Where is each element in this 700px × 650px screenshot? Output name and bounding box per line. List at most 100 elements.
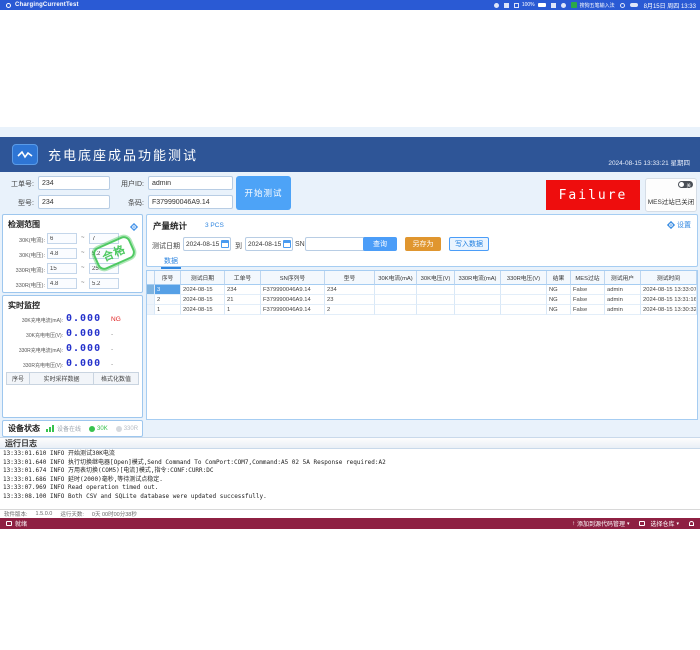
test-result-badge: Failure [546,180,640,210]
cell-time: 2024-08-15 13:30:32 [641,305,697,315]
cell-30k-voltage [417,295,455,305]
range-label: 30K(电流): [0,236,45,244]
monitor-lcd-value: 0.000 [66,343,101,354]
table-row[interactable]: 3 2024-08-15 234 F379990046A9.14 234 NG … [147,285,697,295]
input-method-label[interactable]: 搜狗五笔输入法 [580,2,615,9]
col-header[interactable]: MES过站 [571,271,605,285]
monitor-status: - [111,346,113,353]
results-table-header: 序号 测试日期 工单号 SN序列号 型号 30K电流(mA) 30K电压(V) … [147,271,697,285]
query-button[interactable]: 查询 [363,237,397,251]
range-min-input[interactable] [47,263,77,274]
input-method-icon[interactable] [571,2,577,8]
sn-search-input[interactable] [305,237,367,251]
range-min-input[interactable] [47,248,77,259]
monitor-label: 330R充电电流(mA): [5,347,63,354]
apple-menu-icon[interactable] [6,3,11,8]
row-selector[interactable] [147,305,155,315]
settings-label: 设置 [677,220,691,230]
cell-index: 1 [155,305,181,315]
battery-icon[interactable] [538,3,546,7]
repo-select-button[interactable]: 选择仓库 ▾ [639,519,679,528]
barcode-label: 条码: [114,198,144,208]
menubar-app-name[interactable]: ChargingCurrentTest [15,2,79,8]
cell-330r-current [455,305,501,315]
col-header[interactable]: 工单号 [225,271,261,285]
model-label: 型号: [4,198,34,208]
mes-toggle[interactable]: 关 [678,181,693,188]
device-status-bar: 设备状态 设备在线 30K 330R [2,420,143,437]
cell-model: 23 [325,295,375,305]
results-table: 序号 测试日期 工单号 SN序列号 型号 30K电流(mA) 30K电压(V) … [146,270,698,420]
calendar-icon[interactable] [221,240,229,248]
row-selector[interactable] [147,295,155,305]
cell-time: 2024-08-15 13:33:07 [641,285,697,295]
settings-gear-icon [667,221,675,229]
work-order-input[interactable] [38,176,110,190]
user-id-label: 用户ID: [114,179,144,189]
notification-icon[interactable] [561,3,566,8]
row-selector[interactable] [147,285,155,295]
chat-icon[interactable] [6,521,12,526]
battery-percent: 100% [522,2,535,8]
model-input[interactable] [38,195,110,209]
range-min-input[interactable] [47,233,77,244]
table-row[interactable]: 1 2024-08-15 1 F379990046A9.14 2 NG Fals… [147,305,697,315]
screen-record-icon[interactable] [494,3,499,8]
range-label: 30K(电压): [0,251,45,259]
cell-result: NG [547,295,571,305]
row-selector-header [147,271,155,285]
sn-label: SN [295,241,305,248]
monitor-label: 330R充电电压(V): [5,362,63,369]
col-header[interactable]: 结果 [547,271,571,285]
cell-30k-voltage [417,305,455,315]
col-header[interactable]: 型号 [325,271,375,285]
search-icon[interactable] [620,3,625,8]
col-header[interactable]: 330R电压(V) [501,271,547,285]
tab-data[interactable]: 数据 [161,256,181,269]
to-label: 到 [235,241,242,251]
header-datetime: 2024-08-15 13:33:21 星期四 [608,157,690,167]
caret-down-icon: ▾ [627,521,630,527]
source-control-button[interactable]: ↑ 添加到源代码管理 ▾ [572,519,630,528]
cell-330r-current [455,295,501,305]
mes-panel: 关 MES过站已关闭 [645,178,697,212]
col-header[interactable]: 测试时间 [641,271,697,285]
menubar-clock[interactable]: 8月15日 周四 13:33 [644,1,696,10]
cell-index: 2 [155,295,181,305]
save-as-button[interactable]: 另存为 [405,237,441,251]
cell-30k-current [375,305,417,315]
col-header[interactable]: SN序列号 [261,271,325,285]
display-icon[interactable] [514,3,519,8]
volume-icon[interactable] [551,3,556,8]
col-header[interactable]: 30K电压(V) [417,271,455,285]
range-min-input[interactable] [47,278,77,289]
barcode-input[interactable] [148,195,233,209]
control-center-icon[interactable] [630,3,638,7]
cell-mes: False [571,285,605,295]
stats-settings-button[interactable]: 设置 [667,220,691,230]
col-header[interactable]: 30K电流(mA) [375,271,417,285]
table-row[interactable]: 2 2024-08-15 21 F379990046A9.14 23 NG Fa… [147,295,697,305]
run-log-area[interactable]: 13:33:01.610 INFO 开始测试30K电流 13:33:01.640… [0,449,700,510]
user-id-input[interactable] [148,176,233,190]
cell-30k-current [375,295,417,305]
cell-work-order: 21 [225,295,261,305]
cell-user: admin [605,305,641,315]
range-max-input[interactable] [89,278,119,289]
cell-date: 2024-08-15 [181,305,225,315]
start-test-button[interactable]: 开始测试 [236,176,291,210]
write-data-button[interactable]: 写入数据 [449,237,489,251]
shortcut-icon[interactable] [504,3,509,8]
mes-status-text: MES过站已关闭 [646,196,696,206]
bell-icon[interactable] [689,521,694,526]
calendar-icon[interactable] [283,240,291,248]
range-tilde: ~ [81,280,85,286]
device-status-title: 设备状态 [8,423,40,434]
detection-range-panel: 检测范围 30K(电流): ~ 30K(电压): ~ 330R( [2,214,143,293]
col-header[interactable]: 330R电流(mA) [455,271,501,285]
col-header[interactable]: 测试日期 [181,271,225,285]
repo-icon [639,521,645,526]
col-header[interactable]: 测试用户 [605,271,641,285]
col-header[interactable]: 序号 [155,271,181,285]
form-bar: 工单号: 用户ID: 型号: 条码: 开始测试 Failure 关 MES过站已… [0,172,700,214]
